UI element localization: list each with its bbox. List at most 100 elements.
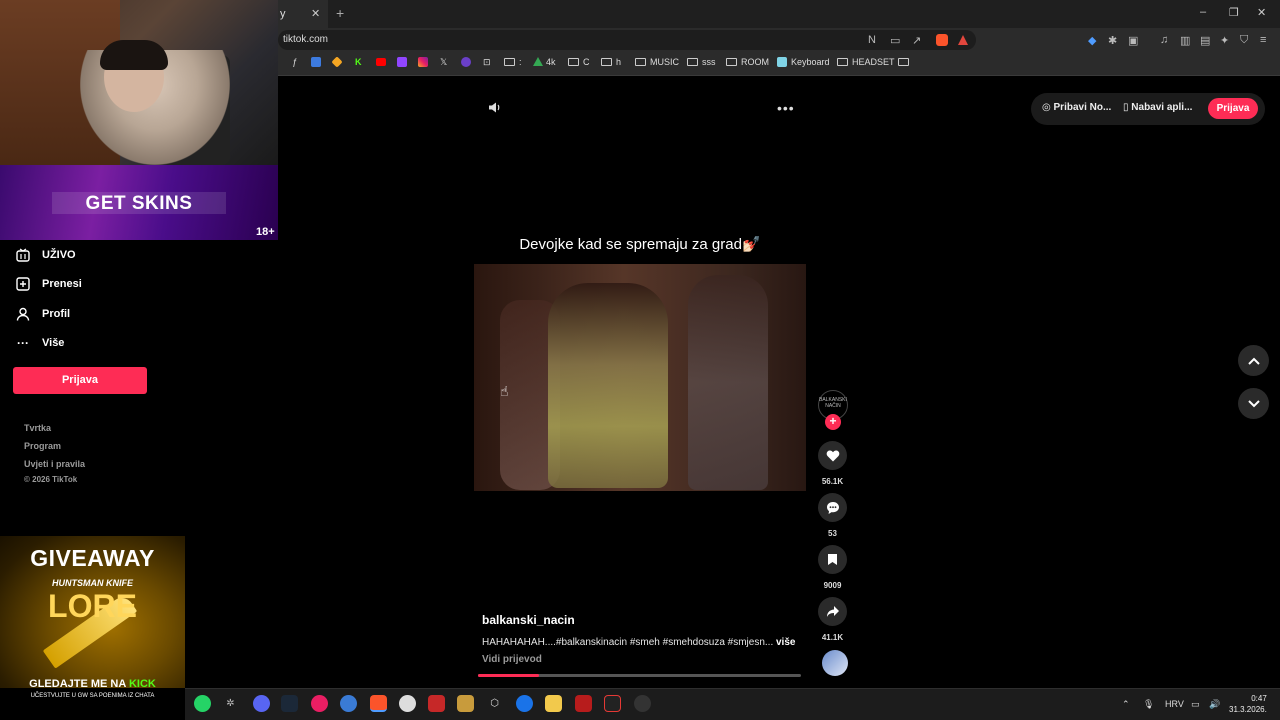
sidebar-item-label: Prenesi [42,278,82,290]
share-icon[interactable]: ↗ [912,34,921,47]
url-text[interactable]: tiktok.com [283,34,328,45]
screenshot-icon[interactable]: ▣ [1128,34,1138,47]
new-tab-button[interactable]: + [336,5,344,21]
see-translation-link[interactable]: Vidi prijevod [482,654,542,665]
keyboard-favicon-icon [777,57,787,67]
red-app-icon[interactable] [428,695,445,712]
bookmark-purple-icon[interactable] [461,57,471,67]
bookmark-x-icon[interactable]: 𝕏 [440,57,447,68]
minimize-button[interactable]: – [1200,6,1206,18]
wallet-icon[interactable]: ◆ [1088,34,1096,47]
speaker-icon[interactable]: 🔊 [1209,699,1220,710]
reader-mode-icon[interactable]: N [868,34,876,46]
tray-overflow-icon[interactable]: ⌃ [1122,699,1130,710]
previous-video-button[interactable] [1238,345,1269,376]
video-author[interactable]: balkanski_nacin [482,613,575,627]
media-icon[interactable]: ♫ [1160,34,1168,46]
brave-browser-icon[interactable] [370,695,387,712]
cast-icon[interactable]: ▭ [890,34,900,47]
next-video-button[interactable] [1238,388,1269,419]
shield-app-icon[interactable] [575,695,592,712]
leo-ai-icon[interactable]: ✦ [1220,34,1229,47]
epic-icon[interactable]: ⬡ [486,695,503,712]
media-player-icon[interactable] [311,695,328,712]
faceit-icon[interactable] [604,695,621,712]
bookmark-folder-room[interactable]: ROOM [726,57,769,67]
chat-app-icon[interactable] [516,695,533,712]
league-client-icon[interactable] [457,695,474,712]
volume-icon[interactable] [488,101,501,117]
music-disc-icon[interactable] [822,650,848,676]
language-indicator[interactable]: HRV [1165,699,1184,709]
brave-rewards-icon[interactable] [958,35,968,45]
tab-close-icon[interactable]: ✕ [311,7,320,20]
get-app-button[interactable]: ▯ Nabavi apli... [1123,102,1192,113]
discord-icon[interactable] [253,695,270,712]
follow-plus-icon[interactable]: + [825,414,841,430]
bookmark-edit-icon[interactable] [311,57,321,67]
wallet-panel-icon[interactable]: ▤ [1200,34,1210,47]
header-login-button[interactable]: Prijava [1208,98,1258,119]
brave-shields-icon[interactable] [936,34,948,46]
giveaway-note: UČESTVUJTE U GW SA POENIMA IZ CHATA [30,693,155,699]
sidebar-item-profile[interactable]: Profil [16,306,70,322]
more-options-icon[interactable]: ••• [777,100,795,116]
microphone-icon[interactable]: 🎙 [1143,699,1154,710]
sidebar-item-label: Profil [42,308,71,320]
save-count: 9009 [823,581,842,590]
bookmark-folder-c[interactable]: C [568,57,590,67]
maximize-button[interactable]: ❐ [1229,6,1239,19]
video-caption: Devojke kad se spremaju za grad💅🏻 [519,236,761,253]
file-explorer-icon[interactable] [545,695,562,712]
settings-gear-icon[interactable]: ✲ [222,695,239,712]
bookmark-youtube-icon[interactable] [376,58,386,66]
system-clock[interactable]: 0:47 31.3.2026. [1229,693,1267,715]
bookmark-keyboard[interactable]: Keyboard [777,57,830,67]
bookmark-folder-h[interactable]: h [601,57,621,67]
sidebar-login-button[interactable]: Prijava [13,367,147,394]
giveaway-skin: LORE [48,588,137,624]
sidebar-item-live[interactable]: UŽIVO [16,247,76,263]
bookmark-folder-colon[interactable]: : [504,57,522,67]
bookmark-kick-icon[interactable]: K [355,57,362,67]
whatsapp-icon[interactable] [194,695,211,712]
bookmark-twitch-icon[interactable] [397,57,407,67]
menu-icon[interactable]: ≡ [1260,34,1266,46]
sidebar-item-label: Više [42,337,65,349]
bookmark-f-icon[interactable]: ƒ [292,57,297,67]
comment-button[interactable] [818,493,847,522]
kick-logo: KICK [128,678,156,690]
obs-icon[interactable] [399,695,416,712]
share-button[interactable] [818,597,847,626]
sidebar-item-upload[interactable]: Prenesi [16,276,82,292]
browser-tab[interactable]: y [278,0,328,28]
video-figure-right [688,275,768,490]
get-coins-button[interactable]: ◎ Pribavi No... [1042,102,1111,113]
bookmark-folder-headset[interactable]: HEADSET [837,57,895,67]
age-badge: 18+ [256,226,275,238]
profile-icon [16,307,30,321]
extensions-icon[interactable]: ✱ [1108,34,1117,47]
vpn-shield-icon[interactable]: ⛉ [1240,34,1248,47]
bookmark-folder-music[interactable]: MUSIC [635,57,679,67]
network-icon[interactable]: ▭ [1191,699,1200,710]
bookmark-icon [828,554,837,565]
bookmark-box-icon[interactable]: ⊡ [483,57,491,68]
cs2-icon[interactable] [634,695,651,712]
footer-link-terms[interactable]: Uvjeti i pravila [24,459,85,469]
sidebar-item-more[interactable]: ··· Više [16,335,64,351]
like-button[interactable] [818,441,847,470]
footer-link-program[interactable]: Program [24,441,61,451]
footer-link-company[interactable]: Tvrtka [24,423,51,433]
close-window-button[interactable]: ✕ [1257,6,1266,19]
bookmark-folder-empty[interactable] [898,57,913,67]
blue-app-icon[interactable] [340,695,357,712]
bookmark-folder-sss[interactable]: sss [687,57,716,67]
steam-icon[interactable] [281,695,298,712]
bookmark-instagram-icon[interactable] [418,57,428,67]
share-arrow-icon [826,606,839,617]
description-more-link[interactable]: više [776,637,795,648]
sidebar-toggle-icon[interactable]: ▥ [1180,34,1190,47]
bookmark-4k[interactable]: 4k [533,57,556,67]
save-button[interactable] [818,545,847,574]
